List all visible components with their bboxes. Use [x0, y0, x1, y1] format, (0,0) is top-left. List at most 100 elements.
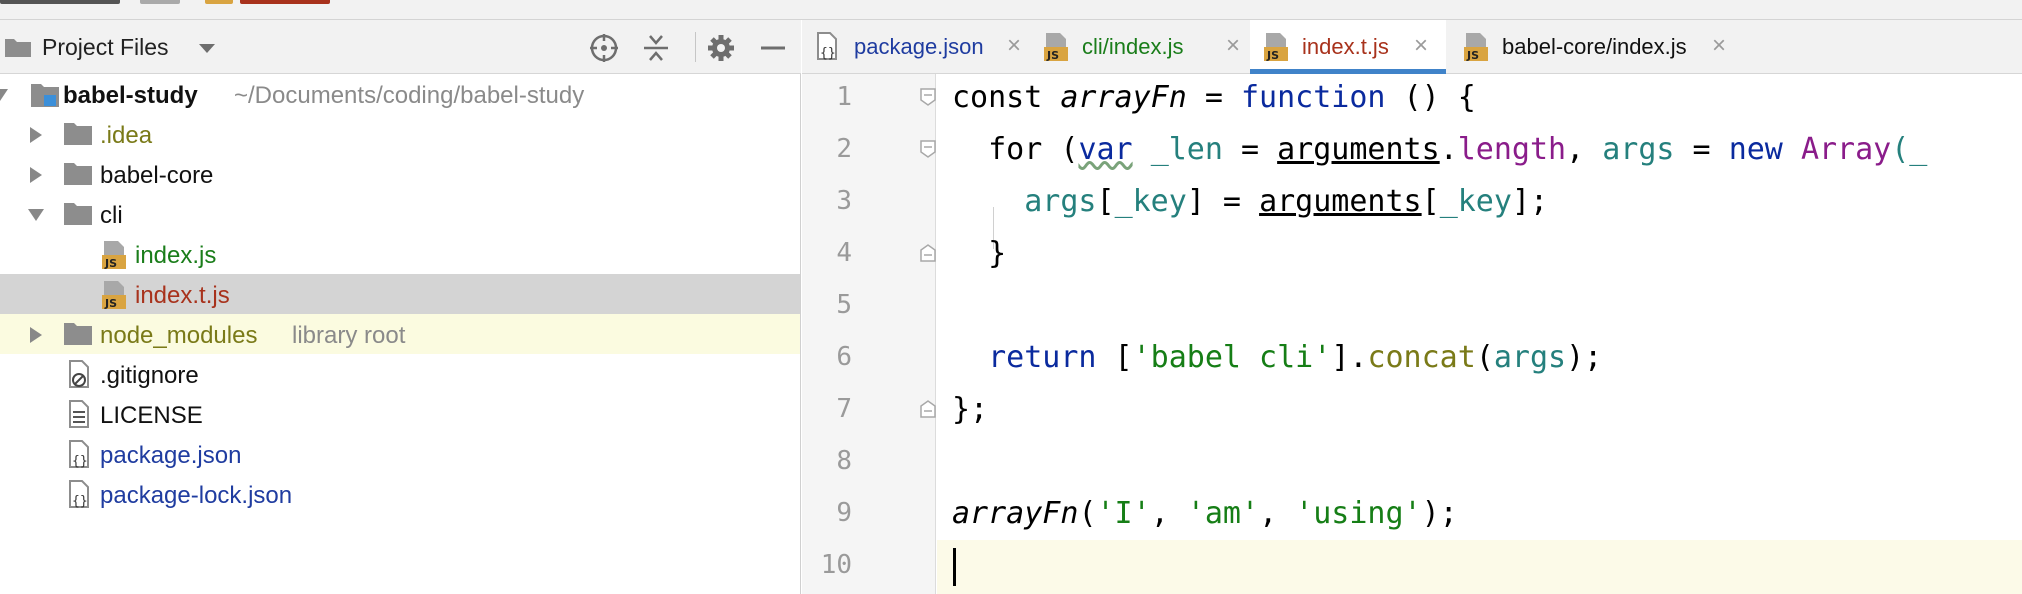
tree-item-label: LICENSE [100, 402, 203, 429]
collapse-all-icon[interactable] [640, 32, 672, 64]
line-number: 2 [836, 134, 852, 164]
svg-text:JS: JS [104, 297, 117, 310]
json-file-icon: {} [817, 32, 837, 61]
chevron-right-icon[interactable] [30, 167, 42, 183]
js-file-icon: JS [1464, 33, 1488, 62]
tab-cli-index-js[interactable]: JS cli/index.js × [1030, 20, 1256, 74]
code-line-2: for (var _len = arguments.length, args =… [952, 132, 1928, 167]
line-number: 9 [836, 498, 852, 528]
tree-item-index-js[interactable]: JS index.js [0, 234, 800, 274]
tree-item-package-lock-json[interactable]: {} package-lock.json [0, 474, 800, 514]
js-file-icon: JS [1264, 33, 1288, 62]
current-line-highlight [937, 540, 2022, 594]
svg-text:{}: {} [820, 46, 836, 61]
svg-text:JS: JS [1466, 49, 1479, 62]
tree-item-cli[interactable]: cli [0, 194, 800, 234]
line-number: 3 [836, 186, 852, 216]
js-file-icon [205, 0, 233, 4]
tab-label: cli/index.js [1082, 34, 1184, 59]
project-panel: Project Files babel-study ~/Documents/co… [0, 20, 801, 594]
fold-end-icon[interactable] [920, 400, 936, 418]
project-panel-header: Project Files [0, 20, 801, 74]
tree-item-gitignore[interactable]: .gitignore [0, 354, 800, 394]
line-number-gutter: 1 2 3 4 5 6 7 8 9 10 [802, 74, 936, 594]
close-icon[interactable]: × [1226, 32, 1240, 60]
code-line-6: return ['babel cli'].concat(args); [988, 340, 1603, 375]
chevron-down-icon[interactable] [28, 209, 44, 221]
code-line-3: args[_key] = arguments[_key]; [1024, 184, 1549, 219]
js-file-icon: JS [1044, 33, 1068, 62]
tree-item-node-modules[interactable]: node_modules library root [0, 314, 800, 354]
tree-item-label: package-lock.json [100, 482, 293, 509]
tree-item-label: .gitignore [100, 362, 199, 389]
tree-item-label: node_modules [100, 322, 258, 349]
svg-text:{}: {} [72, 454, 88, 469]
tree-item-path: ~/Documents/coding/babel-study [234, 82, 585, 109]
svg-text:JS: JS [1046, 49, 1059, 62]
navigation-bar [0, 0, 2022, 20]
folder-icon [64, 323, 92, 345]
svg-text:JS: JS [104, 257, 117, 270]
library-root-tag: library root [292, 322, 406, 349]
code-editor[interactable]: const arrayFn = function () { for (var _… [937, 74, 2022, 594]
tree-item-label: package.json [100, 442, 242, 469]
line-number: 7 [836, 394, 852, 424]
js-file-icon: JS [102, 281, 126, 310]
fold-end-icon[interactable] [920, 244, 936, 262]
ignore-file-icon [69, 360, 89, 388]
gear-icon[interactable] [705, 32, 737, 64]
line-number: 4 [836, 238, 852, 268]
tab-babel-core-index-js[interactable]: JS babel-core/index.js × [1450, 20, 1730, 74]
code-line-7: }; [952, 392, 989, 427]
chevron-right-icon[interactable] [30, 327, 42, 343]
editor-area: {} package.json × JS cli/index.js × JS i… [802, 20, 2022, 594]
line-number: 1 [836, 82, 852, 112]
breadcrumb-segment[interactable] [140, 0, 180, 4]
tree-item-babel-study[interactable]: babel-study ~/Documents/coding/babel-stu… [0, 74, 800, 114]
tree-item-package-json[interactable]: {} package.json [0, 434, 800, 474]
line-number: 10 [820, 550, 852, 580]
close-icon[interactable]: × [1712, 32, 1726, 60]
tab-label: package.json [854, 34, 984, 59]
close-icon[interactable]: × [1414, 32, 1428, 60]
code-line-9: arrayFn('I', 'am', 'using'); [952, 496, 1458, 531]
chevron-down-icon[interactable] [0, 89, 8, 101]
locate-icon[interactable] [588, 32, 620, 64]
code-line-1: const arrayFn = function () { [952, 80, 1476, 115]
json-file-icon: {} [69, 480, 89, 509]
text-cursor [953, 548, 956, 586]
close-icon[interactable]: × [1007, 32, 1021, 60]
tree-item-babel-core[interactable]: babel-core [0, 154, 800, 194]
line-number: 5 [836, 290, 852, 320]
tree-item-index-t-js[interactable]: JS index.t.js [0, 274, 800, 314]
tree-item-label: .idea [100, 122, 153, 149]
tree-item-label: babel-study [63, 82, 198, 109]
tree-item-label: index.t.js [135, 282, 230, 309]
fold-collapse-icon[interactable] [920, 140, 936, 158]
tab-label: babel-core/index.js [1502, 34, 1687, 59]
tree-item-label: index.js [135, 242, 217, 269]
svg-text:JS: JS [1266, 49, 1279, 62]
tree-item-label: cli [100, 202, 123, 229]
folder-icon [64, 203, 92, 225]
fold-collapse-icon[interactable] [920, 88, 936, 106]
editor-tabs: {} package.json × JS cli/index.js × JS i… [802, 20, 2022, 74]
tab-index-t-js[interactable]: JS index.t.js × [1250, 20, 1446, 74]
svg-text:{}: {} [72, 494, 88, 509]
tab-package-json[interactable]: {} package.json × [802, 20, 1030, 74]
minimize-icon[interactable] [757, 32, 789, 64]
chevron-down-icon[interactable] [199, 44, 215, 53]
chevron-right-icon[interactable] [30, 127, 42, 143]
panel-title[interactable]: Project Files [42, 34, 169, 61]
tree-item-label: babel-core [100, 162, 214, 189]
json-file-icon: {} [69, 440, 89, 469]
js-file-icon: JS [102, 241, 126, 270]
tree-item-idea[interactable]: .idea [0, 114, 800, 154]
text-file-icon [69, 400, 89, 428]
breadcrumb-segment[interactable] [0, 0, 120, 4]
header-divider [695, 32, 696, 62]
project-folder-icon [31, 84, 59, 107]
tree-item-license[interactable]: LICENSE [0, 394, 800, 434]
tab-label: index.t.js [1302, 34, 1389, 59]
breadcrumb-segment[interactable] [240, 0, 330, 4]
